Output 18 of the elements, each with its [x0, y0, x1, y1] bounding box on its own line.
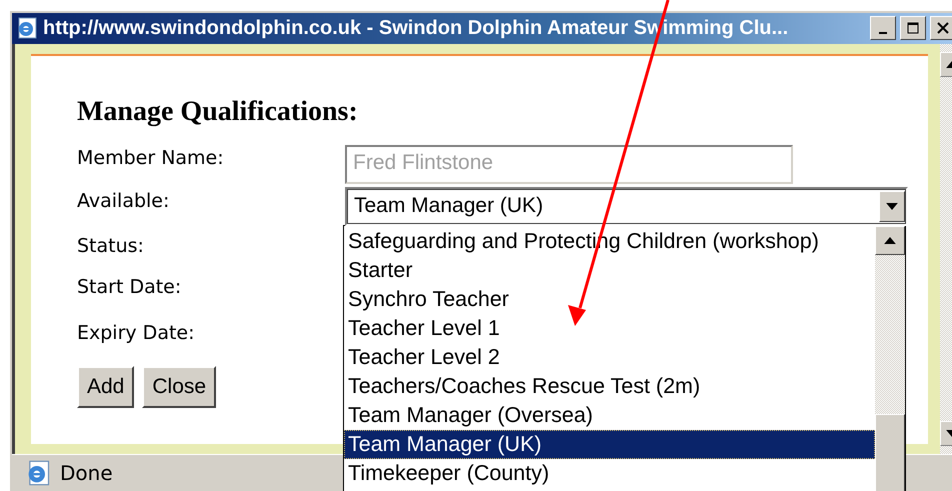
- option-item[interactable]: Team Manager (UK): [344, 430, 875, 459]
- field-label: Start Date:: [77, 276, 182, 298]
- option-item[interactable]: Team Manager (Oversea): [344, 400, 875, 430]
- option-item[interactable]: Synchro Teacher: [344, 284, 875, 314]
- qualification-select[interactable]: Team Manager (UK): [345, 186, 908, 226]
- form-button[interactable]: Add: [77, 366, 134, 408]
- field-label: Available:: [77, 190, 170, 212]
- field-label: Member Name:: [77, 146, 224, 169]
- option-item[interactable]: Teacher Level 1: [344, 314, 875, 343]
- option-item[interactable]: Teacher Level 2: [344, 342, 875, 372]
- field-label: Status:: [77, 234, 144, 257]
- form-heading: Manage Qualifications:: [77, 96, 359, 129]
- option-item[interactable]: Starter: [344, 256, 875, 285]
- option-item[interactable]: Timekeeper (County): [344, 458, 875, 488]
- field-label: Expiry Date:: [77, 322, 194, 344]
- status-text: Done: [60, 461, 113, 486]
- form-button[interactable]: Close: [142, 366, 216, 408]
- option-item[interactable]: Teachers/Coaches Rescue Test (2m): [344, 372, 875, 401]
